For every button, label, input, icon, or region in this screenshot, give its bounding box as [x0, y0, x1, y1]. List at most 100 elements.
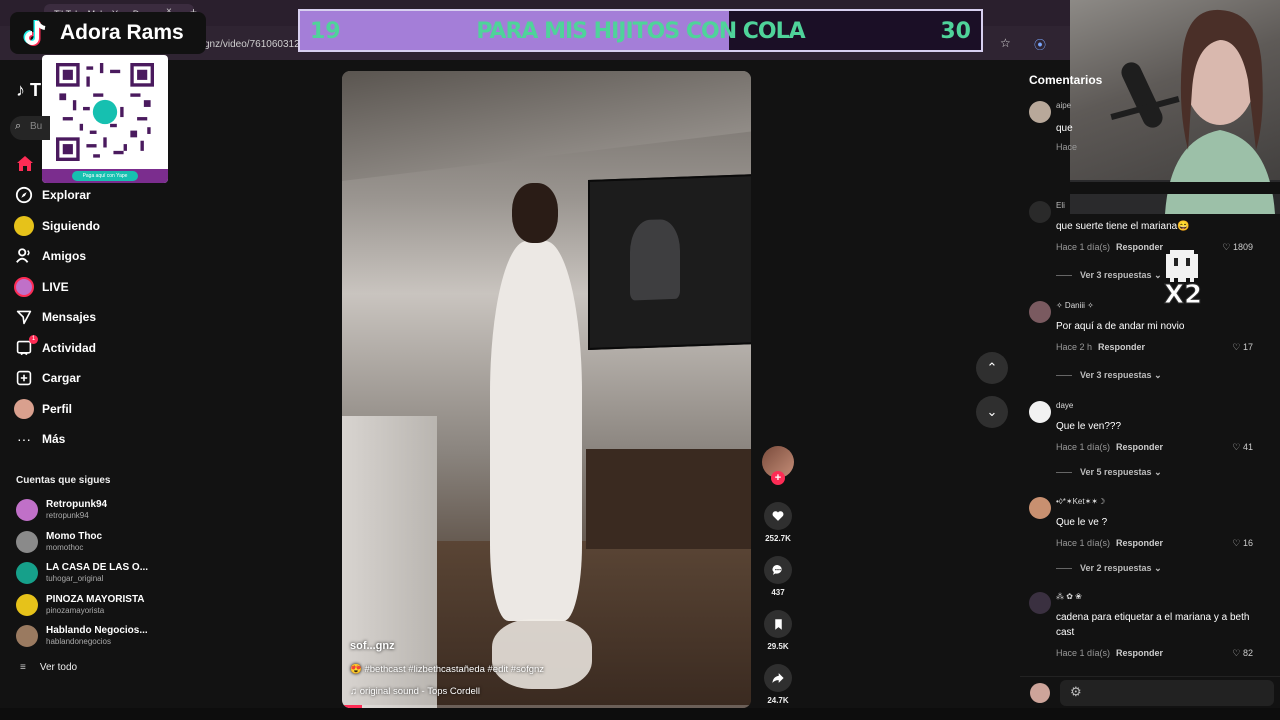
sidebar-item-mensajes[interactable]: Mensajes [14, 302, 100, 333]
stream-goal-bar: 19 PARA MIS HIJITOS CON COLA 30 [298, 9, 983, 52]
comment-username[interactable]: Eli [1056, 201, 1065, 210]
account-handle: retropunk94 [46, 511, 89, 520]
bookmark-icon [764, 610, 792, 638]
comment-username[interactable]: daye [1056, 401, 1073, 410]
extension-icon[interactable]: ⦿ [1034, 36, 1046, 53]
follow-plus-button[interactable]: + [771, 471, 785, 485]
comment-username[interactable]: •◊*✶Ket✶✶☽ [1056, 497, 1105, 506]
compass-icon [14, 185, 34, 205]
account-name: Hablando Negocios... [46, 625, 148, 636]
comment-like-button[interactable]: ♡ 17 [1232, 342, 1253, 353]
sidebar-item-cargar[interactable]: Cargar [14, 363, 100, 394]
friends-icon [14, 246, 34, 266]
view-replies-button[interactable]: Ver 3 respuestas ⌄ [1056, 370, 1162, 381]
yape-qr-card: Paga aquí con Yape [42, 55, 168, 183]
chevron-down-icon: ⌄ [986, 404, 998, 419]
address-bar[interactable]: gnz/video/7610603126 [204, 39, 305, 50]
comment-text: que suerte tiene el mariana😄 [1056, 221, 1190, 232]
comment-item: ⁂ ✿ ❀ cadena para etiquetar a el mariana… [1029, 592, 1269, 664]
see-all-link[interactable]: ≡ Ver todo [20, 662, 77, 673]
sidebar-item-label: Más [42, 432, 66, 447]
account-handle: pinozamayorista [46, 605, 105, 615]
comment-like-count: 1809 [1232, 242, 1253, 252]
comment-button[interactable]: 437 [762, 556, 794, 597]
save-button[interactable]: 29.5K [762, 610, 794, 651]
following-account[interactable]: LA CASA DE LAS O... tuhogar_original [16, 560, 156, 592]
comment-time: Hace 1 día(s) [1056, 648, 1111, 658]
video-subject [490, 241, 582, 621]
bookmark-star-icon[interactable]: ☆ [1000, 36, 1011, 50]
avatar[interactable] [1029, 497, 1051, 519]
emoji-icon[interactable]: ⚙ [1070, 684, 1082, 700]
previous-video-button[interactable]: ⌃ [976, 352, 1008, 384]
comment-item: Eli que suerte tiene el mariana😄 Hace 1 … [1029, 201, 1269, 281]
sidebar-item-amigos[interactable]: Amigos [14, 241, 100, 272]
sidebar-item-actividad[interactable]: 1 Actividad [14, 333, 100, 364]
tiktok-logo-icon[interactable]: ♪ T [16, 80, 41, 101]
comment-like-button[interactable]: ♡ 1809 [1222, 242, 1253, 253]
avatar [16, 499, 38, 521]
comment-text: Por aquí a de andar mi novio [1056, 321, 1185, 332]
avatar[interactable] [1029, 301, 1051, 323]
sidebar-nav: Explorar Siguiendo Amigos LIVE Mensajes … [14, 180, 100, 455]
comment-like-button[interactable]: ♡ 41 [1232, 442, 1253, 453]
account-handle: momothoc [46, 542, 84, 552]
comment-item: daye Que le ven??? Hace 1 día(s) Responde… [1029, 401, 1269, 481]
comment-like-button[interactable]: ♡ 16 [1232, 538, 1253, 549]
sidebar-item-live[interactable]: LIVE [14, 272, 100, 303]
video-sound[interactable]: ♫ original sound - Tops Cordell [350, 686, 480, 697]
avatar[interactable] [1029, 201, 1051, 223]
like-button[interactable]: 252.7K [762, 502, 794, 543]
search-input[interactable]: ⌕ Bu [10, 116, 50, 140]
account-handle: tuhogar_original [46, 574, 104, 583]
sidebar-item-mas[interactable]: ··· Más [14, 424, 100, 455]
comment-username[interactable]: ✧ Daniii ✧ [1056, 301, 1094, 310]
brand-name: Adora Rams [60, 21, 184, 44]
sidebar-item-siguiendo[interactable]: Siguiendo [14, 211, 100, 242]
next-video-button[interactable]: ⌄ [976, 396, 1008, 428]
video-player[interactable]: sof...gnz 😍 #bethcast #lizbethcastañeda … [342, 71, 751, 708]
comment-item: •◊*✶Ket✶✶☽ Que le ve ? Hace 1 día(s) Resp… [1029, 497, 1269, 577]
view-replies-label: Ver 3 respuestas [1080, 270, 1152, 280]
following-account[interactable]: Hablando Negocios... hablandonegocios [16, 623, 156, 655]
account-name: Retropunk94 [46, 499, 108, 510]
view-replies-label: Ver 5 respuestas [1080, 467, 1152, 477]
sidebar-item-label: Cargar [42, 371, 81, 386]
sidebar-item-label: Amigos [42, 249, 87, 264]
sidebar-item-label: Actividad [42, 340, 97, 355]
following-account[interactable]: PINOZA MAYORISTA pinozamayorista [16, 592, 156, 624]
video-caption[interactable]: 😍 #bethcast #lizbethcastañeda #edit #sof… [350, 664, 544, 675]
sidebar-item-explorar[interactable]: Explorar [14, 180, 100, 211]
stream-brand: Adora Rams [10, 12, 206, 54]
avatar[interactable] [1029, 592, 1051, 614]
profile-icon [14, 398, 34, 419]
goal-label: PARA MIS HIJITOS CON COLA [476, 19, 805, 44]
comment-input[interactable]: ⚙ [1060, 680, 1274, 706]
avatar[interactable] [1029, 101, 1051, 123]
comment-username[interactable]: aipe [1056, 101, 1071, 110]
reply-button[interactable]: Responder [1098, 342, 1145, 352]
reply-button[interactable]: Responder [1116, 442, 1163, 452]
reply-button[interactable]: Responder [1116, 648, 1163, 658]
view-replies-button[interactable]: Ver 2 respuestas ⌄ [1056, 563, 1162, 574]
view-replies-label: Ver 3 respuestas [1080, 370, 1152, 380]
see-all-label: Ver todo [39, 662, 78, 673]
view-replies-button[interactable]: Ver 5 respuestas ⌄ [1056, 467, 1162, 478]
sidebar-item-perfil[interactable]: Perfil [14, 394, 100, 425]
comment-count: 437 [771, 588, 785, 597]
avatar [16, 562, 38, 584]
share-button[interactable]: 24.7K [762, 664, 794, 705]
view-replies-button[interactable]: Ver 3 respuestas ⌄ [1056, 270, 1162, 281]
comment-username[interactable]: ⁂ ✿ ❀ [1056, 592, 1082, 601]
like-count: 252.7K [765, 534, 791, 543]
home-icon[interactable] [16, 155, 34, 173]
video-author[interactable]: sof...gnz [350, 640, 395, 652]
following-account[interactable]: Retropunk94 retropunk94 [16, 497, 156, 529]
comment-like-button[interactable]: ♡ 82 [1232, 648, 1253, 659]
following-account[interactable]: Momo Thoc momothoc [16, 529, 156, 561]
reply-button[interactable]: Responder [1116, 538, 1163, 548]
reply-button[interactable]: Responder [1116, 242, 1163, 252]
avatar[interactable] [1029, 401, 1051, 423]
comment-text: Que le ve ? [1056, 517, 1108, 528]
comment-time: Hace [1056, 142, 1078, 152]
